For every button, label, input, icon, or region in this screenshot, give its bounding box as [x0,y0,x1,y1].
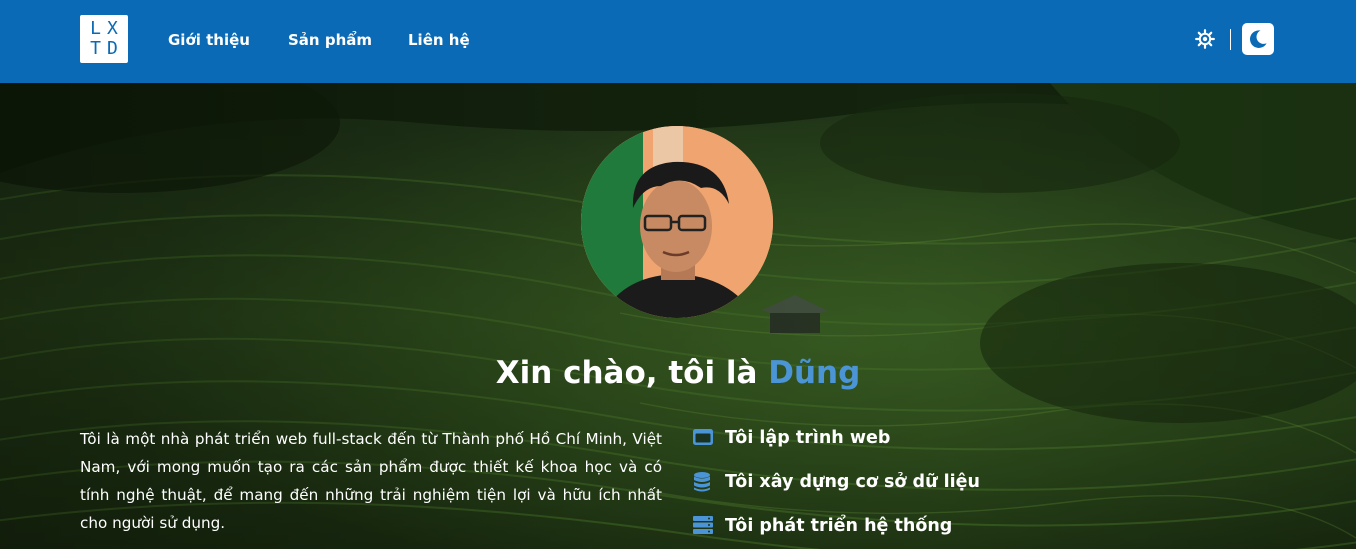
theme-divider [1230,29,1231,50]
greeting-prefix: Xin chào, tôi là [495,355,758,391]
site-header: LX TD Giới thiệu Sản phẩm Liên hệ [0,0,1356,83]
skill-label-web: Tôi lập trình web [725,428,891,448]
greeting-name: Dũng [768,355,861,391]
server-icon [693,516,713,534]
logo-line-2: TD [90,38,124,59]
nav-link-about[interactable]: Giới thiệu [168,29,250,51]
skill-label-database: Tôi xây dựng cơ sở dữ liệu [725,472,980,492]
hero-greeting: Xin chào, tôi là Dũng [0,353,1356,393]
moon-icon [1249,30,1267,48]
sun-icon[interactable] [1195,29,1215,49]
nav-link-contact[interactable]: Liên hệ [408,29,470,51]
site-logo[interactable]: LX TD [80,15,128,63]
dark-mode-button[interactable] [1242,23,1274,55]
intro-paragraph: Tôi là một nhà phát triển web full-stack… [80,430,662,532]
nav-link-products[interactable]: Sản phẩm [288,29,372,51]
skill-item-web: Tôi lập trình web [692,424,1092,452]
logo-line-1: LX [90,18,124,39]
skill-label-systems: Tôi phát triển hệ thống [725,516,953,536]
browser-window-icon [693,429,713,445]
avatar [581,126,773,318]
hero-section: Xin chào, tôi là Dũng Tôi là một nhà phá… [0,83,1356,549]
database-icon [694,472,710,492]
skill-item-systems: Tôi phát triển hệ thống [692,512,1092,540]
skill-item-database: Tôi xây dựng cơ sở dữ liệu [692,468,1092,496]
profile-photo [581,126,773,318]
